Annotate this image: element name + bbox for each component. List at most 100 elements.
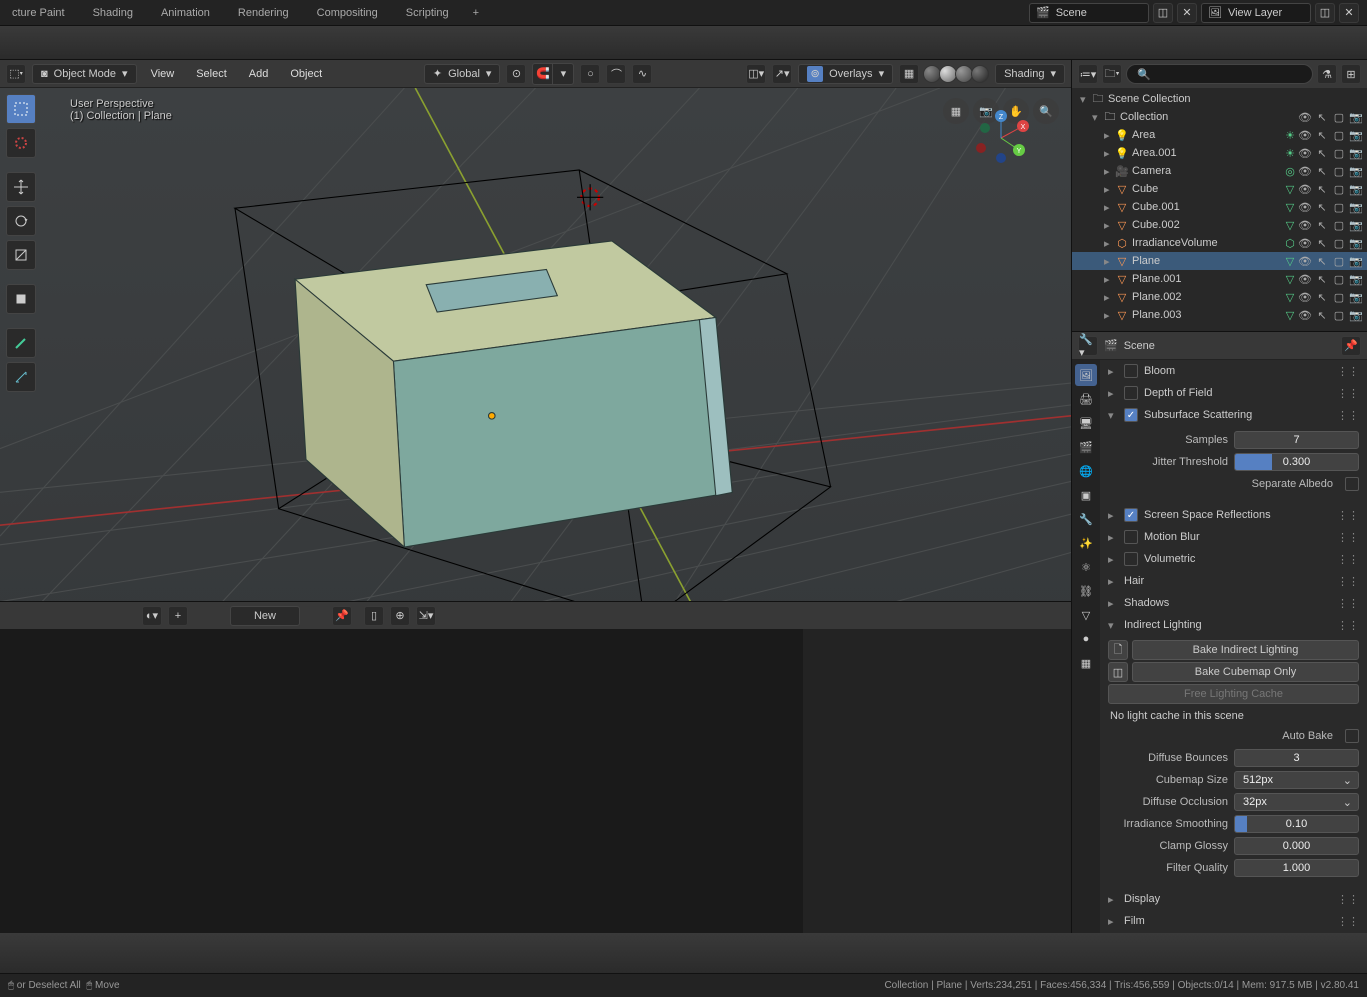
panel-ssr[interactable]: ▸ Screen Space Reflections⋮⋮	[1100, 504, 1367, 526]
screen-icon[interactable]: ▢	[1332, 219, 1346, 232]
mblur-checkbox[interactable]	[1124, 530, 1138, 544]
scene-selector[interactable]: 🎬 Scene	[1029, 3, 1149, 23]
tree-item[interactable]: ▸▽Cube.001▽👁↖▢📷	[1072, 198, 1367, 216]
tree-item[interactable]: ▸🎥Camera◎👁↖▢📷	[1072, 162, 1367, 180]
bottom-btn-1[interactable]: ▯	[364, 606, 384, 626]
outliner-search[interactable]: 🔍	[1126, 64, 1313, 84]
visibility-button[interactable]: ◫▾	[746, 64, 766, 84]
cursor-icon[interactable]: ↖	[1315, 165, 1329, 178]
tab-texture-paint[interactable]: cture Paint	[0, 3, 77, 23]
menu-view[interactable]: View	[143, 66, 183, 82]
tool-annotate[interactable]	[6, 328, 36, 358]
eye-icon[interactable]: 👁	[1298, 255, 1312, 268]
pivot-button[interactable]: ⊙	[506, 64, 526, 84]
panel-dof[interactable]: ▸ Depth of Field⋮⋮	[1100, 382, 1367, 404]
new-add-button[interactable]: +	[168, 606, 188, 626]
layer-close-button[interactable]: ✕	[1339, 3, 1359, 23]
bake-indirect-button[interactable]: Bake Indirect Lighting	[1132, 640, 1359, 660]
mode-dropdown[interactable]: ◙ Object Mode ▾	[32, 64, 137, 84]
tab-shading[interactable]: Shading	[81, 3, 145, 23]
eye-icon[interactable]: 👁	[1298, 201, 1312, 214]
tree-item[interactable]: ▸▽Cube▽👁↖▢📷	[1072, 180, 1367, 198]
pin-button[interactable]: 📌	[332, 606, 352, 626]
menu-add[interactable]: Add	[241, 66, 277, 82]
tab-output[interactable]: 🖨	[1075, 388, 1097, 410]
outliner-tree[interactable]: ▾ 🗀 Scene Collection ▾ 🗀 Collection 👁↖▢📷…	[1072, 88, 1367, 331]
tool-move[interactable]	[6, 172, 36, 202]
3d-viewport[interactable]: User Perspective (1) Collection | Plane …	[0, 88, 1071, 601]
tree-item[interactable]: ▸▽Plane▽👁↖▢📷	[1072, 252, 1367, 270]
orientation-dropdown[interactable]: ✦ Global ▾	[424, 64, 501, 84]
cubemap-size-select[interactable]: 512px	[1234, 771, 1359, 789]
auto-bake-checkbox[interactable]	[1345, 729, 1359, 743]
tree-item[interactable]: ▸▽Plane.001▽👁↖▢📷	[1072, 270, 1367, 288]
eye-icon[interactable]: 👁	[1298, 237, 1312, 250]
outliner-new-collection[interactable]: ⊞	[1341, 64, 1361, 84]
props-editor-type[interactable]: 🔧▾	[1078, 336, 1098, 356]
overlays-dropdown[interactable]: ⊚ Overlays ▾	[798, 64, 893, 84]
tree-collection[interactable]: ▾ 🗀 Collection 👁↖▢📷	[1072, 108, 1367, 126]
eye-icon[interactable]: 👁	[1298, 111, 1312, 124]
render-icon[interactable]: 📷	[1349, 165, 1363, 178]
screen-icon[interactable]: ▢	[1332, 237, 1346, 250]
tree-scene-collection[interactable]: ▾ 🗀 Scene Collection	[1072, 90, 1367, 108]
sss-checkbox[interactable]	[1124, 408, 1138, 422]
snap-toggle[interactable]: 🧲	[533, 64, 553, 84]
tab-texture[interactable]: ▦	[1075, 652, 1097, 674]
cursor-icon[interactable]: ↖	[1315, 291, 1329, 304]
eye-icon[interactable]: 👁	[1298, 183, 1312, 196]
outliner-display-mode[interactable]: 🗀▾	[1102, 64, 1122, 84]
diffuse-occlusion-select[interactable]: 32px	[1234, 793, 1359, 811]
screen-icon[interactable]: ▢	[1332, 183, 1346, 196]
tool-measure[interactable]	[6, 362, 36, 392]
panel-mblur[interactable]: ▸ Motion Blur⋮⋮	[1100, 526, 1367, 548]
cursor-icon[interactable]: ↖	[1315, 255, 1329, 268]
render-icon[interactable]: 📷	[1349, 201, 1363, 214]
tree-item[interactable]: ▸▽Plane.003▽👁↖▢📷	[1072, 306, 1367, 324]
free-cache-button[interactable]: Free Lighting Cache	[1108, 684, 1359, 704]
menu-object[interactable]: Object	[282, 66, 330, 82]
tab-object[interactable]: ▣	[1075, 484, 1097, 506]
cursor-icon[interactable]: ↖	[1315, 111, 1329, 124]
tab-modifiers[interactable]: 🔧	[1075, 508, 1097, 530]
properties-body[interactable]: ▸ Bloom⋮⋮ ▸ Depth of Field⋮⋮ ▾ Subsurfac…	[1100, 360, 1367, 933]
tab-compositing[interactable]: Compositing	[305, 3, 390, 23]
volumetric-checkbox[interactable]	[1124, 552, 1138, 566]
render-icon[interactable]: 📷	[1349, 111, 1363, 124]
gizmo-button[interactable]: ↗▾	[772, 64, 792, 84]
dof-checkbox[interactable]	[1124, 386, 1138, 400]
proportional-falloff[interactable]: ⌒	[606, 64, 626, 84]
screen-icon[interactable]: ▢	[1332, 291, 1346, 304]
screen-icon[interactable]: ▢	[1332, 129, 1346, 142]
scene-close-button[interactable]: ✕	[1177, 3, 1197, 23]
eye-icon[interactable]: 👁	[1298, 165, 1312, 178]
bottom-btn-3[interactable]: ⇲▾	[416, 606, 436, 626]
screen-icon[interactable]: ▢	[1332, 201, 1346, 214]
irradiance-smooth-field[interactable]: 0.10	[1234, 815, 1359, 833]
screen-icon[interactable]: ▢	[1332, 147, 1346, 160]
snap-options[interactable]: ▾	[553, 64, 573, 84]
shade-rendered[interactable]	[971, 65, 989, 83]
screen-icon[interactable]: ▢	[1332, 255, 1346, 268]
render-icon[interactable]: 📷	[1349, 291, 1363, 304]
cursor-icon[interactable]: ↖	[1315, 129, 1329, 142]
tab-scripting[interactable]: Scripting	[394, 3, 461, 23]
outliner-filter[interactable]: ⚗	[1317, 64, 1337, 84]
tab-mesh[interactable]: ▽	[1075, 604, 1097, 626]
cursor-icon[interactable]: ↖	[1315, 201, 1329, 214]
tree-item[interactable]: ▸▽Cube.002▽👁↖▢📷	[1072, 216, 1367, 234]
separate-albedo-checkbox[interactable]	[1345, 477, 1359, 491]
render-icon[interactable]: 📷	[1349, 147, 1363, 160]
eye-icon[interactable]: 👁	[1298, 219, 1312, 232]
eye-icon[interactable]: 👁	[1298, 147, 1312, 160]
cursor-icon[interactable]: ↖	[1315, 273, 1329, 286]
tab-physics[interactable]: ⚛	[1075, 556, 1097, 578]
render-icon[interactable]: 📷	[1349, 183, 1363, 196]
render-icon[interactable]: 📷	[1349, 255, 1363, 268]
proportional-options[interactable]: ∿	[632, 64, 652, 84]
render-icon[interactable]: 📷	[1349, 219, 1363, 232]
tab-add[interactable]: +	[465, 3, 487, 23]
eye-icon[interactable]: 👁	[1298, 273, 1312, 286]
screen-icon[interactable]: ▢	[1332, 309, 1346, 322]
tool-select-box[interactable]	[6, 94, 36, 124]
